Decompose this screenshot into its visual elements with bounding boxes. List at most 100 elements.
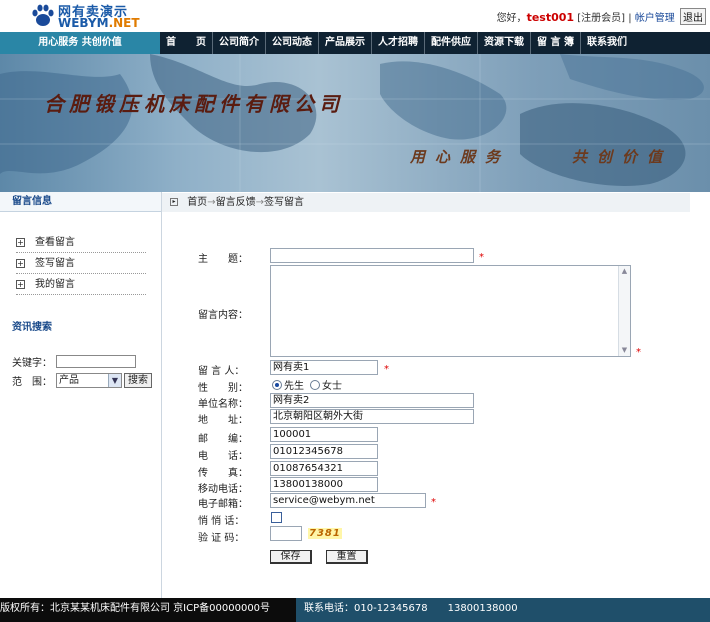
captcha-label: 验 证 码： [198, 533, 245, 544]
keyword-row: 关键字： [12, 354, 136, 369]
required-mark: * [636, 347, 641, 358]
main-nav: 用心服务 共创价值 首 页 公司简介 公司动态 产品展示 人才招聘 配件供应 资… [0, 32, 710, 54]
footer-phone: 联系电话：010-12345678 [304, 603, 428, 614]
sidebar-item-label: 查看留言 [35, 236, 75, 248]
gender-radio-group: 先生 女士 [272, 377, 342, 392]
captcha-input[interactable] [270, 526, 302, 541]
logout-button[interactable]: 退出 [680, 8, 706, 25]
address-input[interactable]: 北京朝阳区朝外大街 [270, 409, 474, 424]
email-label: 电子邮箱： [198, 499, 248, 510]
expand-plus-icon: + [16, 258, 25, 268]
member-type: [注册会员] [577, 13, 626, 24]
company-label: 单位名称： [198, 399, 248, 410]
sidebar-item-my-messages[interactable]: + 我的留言 [16, 274, 146, 295]
nav-home[interactable]: 首 页 [160, 32, 213, 54]
phone-input[interactable]: 01012345678 [270, 444, 378, 459]
breadcrumb-box-icon: ▸ [170, 198, 178, 206]
sidebar-item-label: 我的留言 [35, 278, 75, 290]
userbar-separator: | [628, 13, 632, 24]
nav-jobs[interactable]: 人才招聘 [372, 32, 425, 54]
email-input[interactable]: service@webym.net [270, 493, 426, 508]
footer-mobile: 13800138000 [447, 603, 518, 614]
expand-plus-icon: + [16, 279, 25, 289]
private-checkbox[interactable] [271, 512, 282, 523]
sidebar-message-title: 留言信息 [0, 192, 161, 212]
username: test001 [526, 11, 575, 24]
nav-items: 首 页 公司简介 公司动态 产品展示 人才招聘 配件供应 资源下载 留 言 簿 … [160, 32, 633, 54]
gender-female-radio[interactable] [310, 379, 320, 390]
guestbook-form: 主 题： * 留言内容： ▲ ▼ * 留 言 人： 网有卖1 * 性 别： 先生… [162, 212, 710, 598]
paw-logo-icon [32, 4, 54, 26]
content-label: 留言内容： [198, 310, 248, 321]
author-label: 留 言 人： [198, 366, 245, 377]
nav-about[interactable]: 公司简介 [213, 32, 266, 54]
required-mark: * [384, 364, 389, 375]
chevron-down-icon: ▼ [108, 374, 121, 387]
scope-value: 产品 [59, 375, 79, 386]
private-label: 悄 悄 话： [198, 516, 245, 527]
keyword-input[interactable] [56, 355, 136, 368]
scope-row: 范 围： 产品 ▼ 搜索 [12, 373, 152, 388]
banner: 合肥锻压机床配件有限公司 用心服务 共创价值 [0, 54, 710, 192]
subject-input[interactable] [270, 248, 474, 263]
captcha-image: 7381 [308, 528, 342, 539]
world-map-graphic [0, 54, 710, 192]
scope-label: 范 围： [12, 377, 52, 388]
nav-guestbook[interactable]: 留 言 簿 [531, 32, 581, 54]
save-button[interactable]: 保存 [270, 550, 312, 564]
nav-products[interactable]: 产品展示 [319, 32, 372, 54]
fax-label: 传 真： [198, 468, 248, 479]
search-button[interactable]: 搜索 [124, 373, 152, 388]
sidebar-item-label: 签写留言 [35, 257, 75, 269]
required-mark: * [479, 252, 484, 263]
mobile-input[interactable]: 13800138000 [270, 477, 378, 492]
banner-company-name: 合肥锻压机床配件有限公司 [44, 92, 344, 116]
expand-plus-icon: + [16, 237, 25, 247]
nav-news[interactable]: 公司动态 [266, 32, 319, 54]
sidebar-search-title: 资讯搜索 [12, 322, 52, 333]
breadcrumb-arrow-icon: → [207, 197, 216, 208]
gender-male-label: 先生 [284, 381, 304, 392]
sidebar-item-write-message[interactable]: + 签写留言 [16, 253, 146, 274]
logo-english-name: WEBYM.NET [58, 16, 140, 30]
sidebar-links: + 查看留言 + 签写留言 + 我的留言 [16, 232, 146, 295]
account-manage-link[interactable]: 帐户管理 [635, 13, 675, 24]
required-mark: * [431, 497, 436, 508]
textarea-scrollbar[interactable]: ▲ ▼ [618, 266, 630, 356]
gender-male-radio[interactable] [272, 379, 282, 390]
gender-label: 性 别： [198, 383, 248, 394]
scroll-down-icon[interactable]: ▼ [619, 345, 630, 356]
nav-contact[interactable]: 联系我们 [581, 32, 633, 54]
breadcrumb-home[interactable]: 首页 [187, 197, 207, 208]
greeting-text: 您好， [496, 13, 527, 24]
subject-label: 主 题： [198, 254, 248, 265]
breadcrumb-current: 签写留言 [263, 197, 304, 208]
reset-button[interactable]: 重置 [326, 550, 368, 564]
logo-en-part2: .NET [108, 16, 140, 30]
scroll-up-icon[interactable]: ▲ [619, 266, 630, 277]
breadcrumb-section[interactable]: 留言反馈 [216, 197, 256, 208]
postcode-input[interactable]: 100001 [270, 427, 378, 442]
top-header: 网有卖演示 WEBYM.NET 您好，test001 [注册会员] | 帐户管理… [0, 0, 710, 32]
fax-input[interactable]: 01087654321 [270, 461, 378, 476]
author-input[interactable]: 网有卖1 [270, 360, 378, 375]
nav-downloads[interactable]: 资源下载 [478, 32, 531, 54]
user-bar: 您好，test001 [注册会员] | 帐户管理 退出 [497, 8, 706, 25]
banner-slogan-1: 用心服务 [410, 148, 511, 166]
nav-slogan: 用心服务 共创价值 [0, 32, 160, 54]
breadcrumb: ▸ 首页→留言反馈→签写留言 [162, 193, 690, 212]
sidebar-item-view-messages[interactable]: + 查看留言 [16, 232, 146, 253]
scope-select[interactable]: 产品 ▼ [56, 373, 122, 388]
keyword-label: 关键字： [12, 358, 52, 369]
site-logo[interactable]: 网有卖演示 WEBYM.NET [30, 1, 140, 31]
phone-label: 电 话： [198, 451, 248, 462]
address-label: 地 址： [198, 415, 248, 426]
content-textarea[interactable]: ▲ ▼ [270, 265, 631, 357]
mobile-label: 移动电话： [198, 484, 248, 495]
company-input[interactable]: 网有卖2 [270, 393, 474, 408]
gender-female-label: 女士 [322, 381, 342, 392]
postcode-label: 邮 编： [198, 434, 248, 445]
nav-parts[interactable]: 配件供应 [425, 32, 478, 54]
footer-contact: 联系电话：010-12345678 13800138000 [296, 598, 710, 622]
breadcrumb-arrow-icon: → [255, 197, 264, 208]
